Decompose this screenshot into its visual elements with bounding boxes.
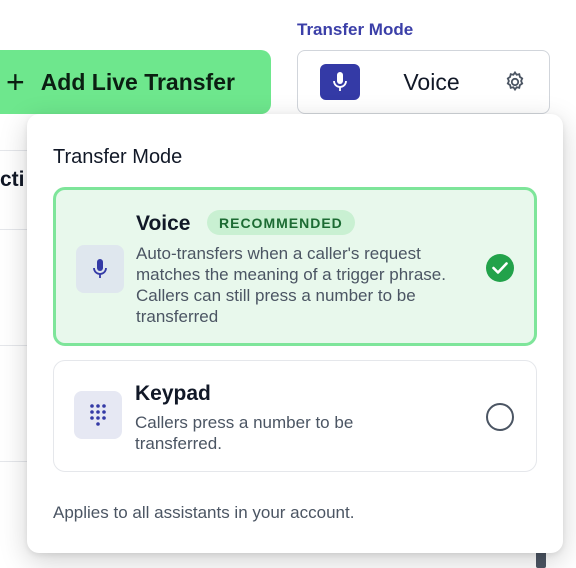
- keypad-icon: [74, 391, 122, 439]
- check-circle-icon: [486, 254, 514, 282]
- add-live-transfer-button[interactable]: + Add Live Transfer: [0, 50, 271, 114]
- background-column-header: cti: [0, 168, 25, 191]
- transfer-mode-heading: Transfer Mode: [297, 20, 414, 39]
- add-live-transfer-label: Add Live Transfer: [40, 68, 235, 95]
- option-keypad-description: Callers press a number to be transferred…: [135, 413, 354, 453]
- transfer-mode-select[interactable]: Voice: [297, 50, 550, 114]
- keypad-radio[interactable]: [486, 403, 514, 431]
- option-voice-name: Voice: [136, 212, 191, 235]
- microphone-icon: [320, 64, 360, 100]
- plus-icon: +: [6, 64, 25, 100]
- dropdown-title: Transfer Mode: [53, 146, 183, 168]
- option-voice-description: Auto-transfers when a caller's request m…: [136, 244, 446, 326]
- dropdown-footer-note: Applies to all assistants in your accoun…: [53, 503, 355, 522]
- microphone-icon: [76, 245, 124, 293]
- option-keypad[interactable]: Keypad Callers press a number to be tran…: [53, 360, 537, 472]
- option-voice[interactable]: Voice RECOMMENDED Auto-transfers when a …: [53, 187, 537, 346]
- gear-icon[interactable]: [503, 70, 527, 94]
- transfer-mode-dropdown: Transfer Mode Voice RECOMMENDED Auto-tra…: [27, 114, 563, 553]
- recommended-badge: RECOMMENDED: [207, 210, 355, 235]
- transfer-mode-value: Voice: [403, 68, 460, 95]
- option-keypad-name: Keypad: [135, 382, 211, 405]
